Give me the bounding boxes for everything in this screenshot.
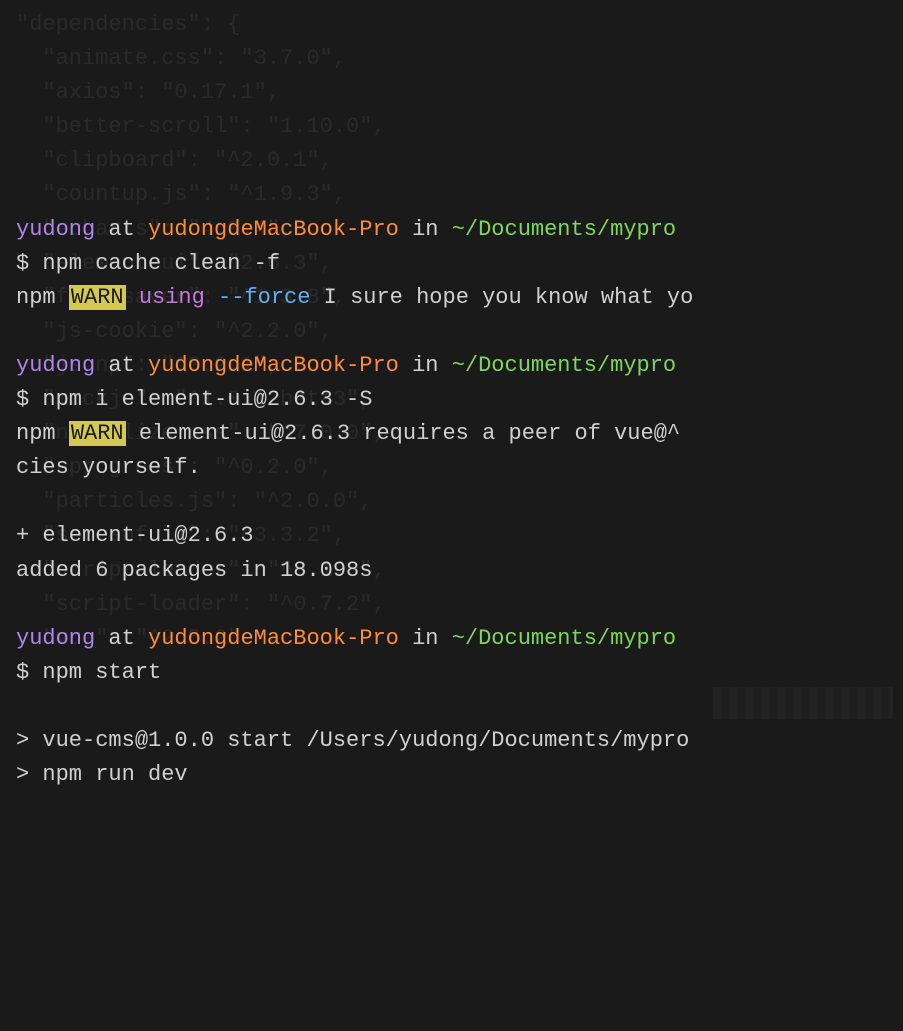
- prompt-host: yudongdeMacBook-Pro: [148, 217, 399, 242]
- warn-line: npm WARN using --force I sure hope you k…: [16, 281, 887, 315]
- bg-line: "better-scroll": "1.10.0",: [16, 114, 386, 139]
- command-text: npm cache clean -f: [42, 251, 280, 276]
- command-text: npm i element-ui@2.6.3 -S: [42, 387, 372, 412]
- warn-badge: WARN: [69, 285, 126, 310]
- warn-force-flag: --force: [218, 285, 310, 310]
- output-line: added 6 packages in 18.098s: [16, 554, 887, 588]
- bg-line: "countup.js": "^1.9.3",: [16, 182, 346, 207]
- warn-message: element-ui@2.6.3 requires a peer of vue@…: [126, 421, 681, 446]
- warn-line: npm WARN element-ui@2.6.3 requires a pee…: [16, 417, 887, 451]
- install-summary: added 6 packages in 18.098s: [16, 558, 372, 583]
- command-line: $ npm cache clean -f: [16, 247, 887, 281]
- prompt-line: yudong at yudongdeMacBook-Pro in ~/Docum…: [16, 622, 887, 656]
- blank-line: [16, 485, 887, 519]
- prompt-host: yudongdeMacBook-Pro: [148, 353, 399, 378]
- script-run-line: > vue-cms@1.0.0 start /Users/yudong/Docu…: [16, 728, 689, 753]
- warn-badge: WARN: [69, 421, 126, 446]
- prompt-path: ~/Documents/mypro: [452, 217, 676, 242]
- blank-line: [16, 588, 887, 622]
- prompt-at: at: [95, 353, 148, 378]
- prompt-path: ~/Documents/mypro: [452, 353, 676, 378]
- output-line: > vue-cms@1.0.0 start /Users/yudong/Docu…: [16, 724, 887, 758]
- warn-using: using: [126, 285, 218, 310]
- prompt-at: at: [95, 626, 148, 651]
- bg-line: "dependencies": {: [16, 12, 240, 37]
- prompt-host: yudongdeMacBook-Pro: [148, 626, 399, 651]
- warn-message: cies yourself.: [16, 455, 201, 480]
- prompt-in: in: [399, 353, 452, 378]
- command-line: $ npm i element-ui@2.6.3 -S: [16, 383, 887, 417]
- output-line: > npm run dev: [16, 758, 887, 792]
- prompt-symbol: $: [16, 251, 42, 276]
- prompt-in: in: [399, 217, 452, 242]
- prompt-at: at: [95, 217, 148, 242]
- prompt-user: yudong: [16, 626, 95, 651]
- watermark: [713, 687, 893, 719]
- npm-prefix: npm: [16, 285, 69, 310]
- warn-message: I sure hope you know what yo: [310, 285, 693, 310]
- prompt-line: yudong at yudongdeMacBook-Pro in ~/Docum…: [16, 213, 887, 247]
- command-text: npm start: [42, 660, 161, 685]
- prompt-user: yudong: [16, 353, 95, 378]
- command-line: $ npm start: [16, 656, 887, 690]
- output-line: + element-ui@2.6.3: [16, 519, 887, 553]
- blank-line: [16, 315, 887, 349]
- bg-line: "animate.css": "3.7.0",: [16, 46, 346, 71]
- install-result: + element-ui@2.6.3: [16, 523, 254, 548]
- prompt-symbol: $: [16, 387, 42, 412]
- npm-prefix: npm: [16, 421, 69, 446]
- script-run-line: > npm run dev: [16, 762, 188, 787]
- prompt-user: yudong: [16, 217, 95, 242]
- warn-line-continued: cies yourself.: [16, 451, 887, 485]
- prompt-in: in: [399, 626, 452, 651]
- prompt-path: ~/Documents/mypro: [452, 626, 676, 651]
- bg-line: "clipboard": "^2.0.1",: [16, 148, 333, 173]
- prompt-symbol: $: [16, 660, 42, 685]
- prompt-line: yudong at yudongdeMacBook-Pro in ~/Docum…: [16, 349, 887, 383]
- bg-line: "axios": "0.17.1",: [16, 80, 280, 105]
